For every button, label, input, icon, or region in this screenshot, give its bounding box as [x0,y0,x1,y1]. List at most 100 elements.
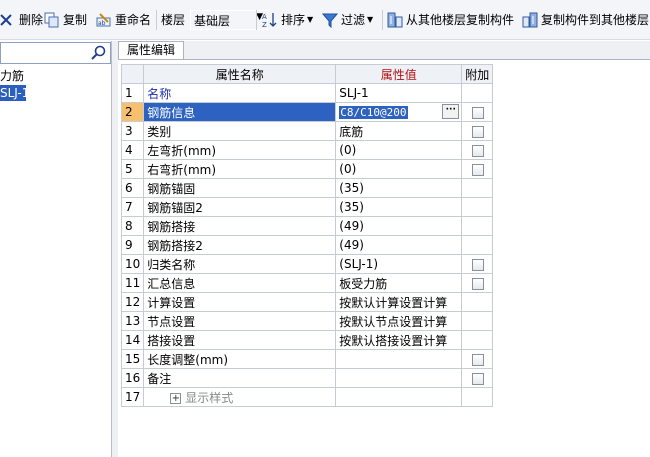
attach-cell [461,311,494,331]
attach-cell [461,83,494,103]
attach-checkbox[interactable] [472,372,485,385]
table-row[interactable]: 10 归类名称 (SLJ-1) [120,254,494,274]
table-row[interactable]: 11 汇总信息 板受力筋 [120,273,494,293]
delete-button[interactable]: 删除 [0,10,43,30]
row-number: 10 [120,254,145,274]
filter-icon [321,12,339,29]
toolbar-separator [256,10,257,30]
table-row[interactable]: 16 备注 [120,368,494,388]
copy-button[interactable]: 复制 [44,10,87,30]
row-number: 9 [120,235,145,255]
property-name[interactable]: 归类名称 [143,254,337,274]
property-name[interactable]: 右弯折(mm) [143,159,337,179]
ellipsis-button[interactable]: ··· [442,104,460,119]
copy-to-floor-icon [522,12,538,28]
property-value-editor[interactable]: C8/C10@200 ··· [335,102,463,122]
property-value[interactable]: (35) [335,178,463,198]
property-value[interactable] [335,387,463,407]
property-name[interactable]: 节点设置 [143,311,337,331]
property-name[interactable]: 备注 [143,368,337,388]
property-name[interactable]: 名称 [143,83,337,103]
property-value[interactable]: (49) [335,235,463,255]
attach-checkbox[interactable] [472,258,485,271]
property-value[interactable]: (SLJ-1) [335,254,463,274]
sort-button[interactable]: AZ 排序 ▼ [262,10,313,30]
floor-label-text: 楼层 [161,13,186,27]
attach-checkbox[interactable] [472,163,485,176]
toolbar-separator [156,10,157,30]
property-name-group[interactable]: + 显示样式 [143,387,337,407]
property-name[interactable]: 钢筋搭接2 [143,235,337,255]
property-name[interactable]: 搭接设置 [143,330,337,350]
attach-header[interactable]: 附加 [461,64,494,84]
table-row[interactable]: 14 搭接设置 按默认搭接设置计算 [120,330,494,350]
copy-icon [44,12,60,28]
property-panel: 属性编辑 属性名称 属性值 附加 1 名称 SLJ-1 2 钢筋信息 C8/C1… [118,41,650,457]
row-number: 6 [120,178,145,198]
property-name[interactable]: 钢筋锚固2 [143,197,337,217]
property-value[interactable] [335,368,463,388]
property-name[interactable]: 钢筋锚固 [143,178,337,198]
attach-checkbox[interactable] [472,125,485,138]
attach-checkbox[interactable] [472,353,485,366]
table-row[interactable]: 4 左弯折(mm) (0) [120,140,494,160]
property-name-header[interactable]: 属性名称 [143,64,337,84]
tab-property-edit[interactable]: 属性编辑 [118,41,184,59]
property-value[interactable] [335,349,463,369]
property-value[interactable]: (49) [335,216,463,236]
property-value-header[interactable]: 属性值 [335,64,463,84]
attach-checkbox[interactable] [472,144,485,157]
table-row[interactable]: 17 + 显示样式 [120,387,494,407]
copy-from-other-floor-button[interactable]: 从其他楼层复制构件 [387,10,514,30]
row-number: 15 [120,349,145,369]
table-row[interactable]: 12 计算设置 按默认计算设置计算 [120,292,494,312]
property-value[interactable]: 按默认节点设置计算 [335,311,463,331]
property-value[interactable]: 板受力筋 [335,273,463,293]
property-table: 属性名称 属性值 附加 1 名称 SLJ-1 2 钢筋信息 C8/C10@200 [120,64,494,407]
table-row[interactable]: 1 名称 SLJ-1 [120,83,494,103]
table-row[interactable]: 5 右弯折(mm) (0) [120,159,494,179]
table-row[interactable]: 3 类别 底筋 [120,121,494,141]
property-value[interactable]: 按默认搭接设置计算 [335,330,463,350]
attach-checkbox[interactable] [472,277,485,290]
expand-icon[interactable]: + [170,392,182,404]
rename-button[interactable]: ab 重命名 [96,10,151,30]
property-name[interactable]: 左弯折(mm) [143,140,337,160]
property-value[interactable]: SLJ-1 [335,83,463,103]
table-row[interactable]: 13 节点设置 按默认节点设置计算 [120,311,494,331]
filter-button[interactable]: 过滤 ▼ [321,10,373,30]
row-number: 3 [120,121,145,141]
property-value[interactable]: 底筋 [335,121,463,141]
tree-item-category[interactable]: 力筋 [0,68,24,84]
property-name[interactable]: 钢筋信息 [143,102,337,122]
row-number: 7 [120,197,145,217]
table-row-selected[interactable]: 2 钢筋信息 C8/C10@200 ··· [120,102,494,122]
attach-cell [461,159,494,179]
copy-to-other-floor-button[interactable]: 复制构件到其他楼层 [522,10,649,30]
row-number: 16 [120,368,145,388]
table-row[interactable]: 6 钢筋锚固 (35) [120,178,494,198]
attach-cell [461,368,494,388]
attach-cell [461,387,494,407]
table-row[interactable]: 9 钢筋搭接2 (49) [120,235,494,255]
search-input[interactable] [0,42,111,64]
property-name[interactable]: 类别 [143,121,337,141]
table-row[interactable]: 15 长度调整(mm) [120,349,494,369]
property-name[interactable]: 长度调整(mm) [143,349,337,369]
property-value-input[interactable]: C8/C10@200 [339,106,408,119]
row-number: 8 [120,216,145,236]
property-name[interactable]: 汇总信息 [143,273,337,293]
property-value[interactable]: 按默认计算设置计算 [335,292,463,312]
filter-label: 过滤 [341,13,366,27]
search-icon[interactable] [91,45,106,63]
property-value[interactable]: (0) [335,140,463,160]
tree-item-slj-1[interactable]: SLJ-1 [0,85,29,101]
table-row[interactable]: 7 钢筋锚固2 (35) [120,197,494,217]
property-value[interactable]: (35) [335,197,463,217]
copy-from-floor-icon [387,12,403,28]
table-row[interactable]: 8 钢筋搭接 (49) [120,216,494,236]
property-name[interactable]: 钢筋搭接 [143,216,337,236]
attach-checkbox[interactable] [472,106,485,119]
property-value[interactable]: (0) [335,159,463,179]
property-name[interactable]: 计算设置 [143,292,337,312]
